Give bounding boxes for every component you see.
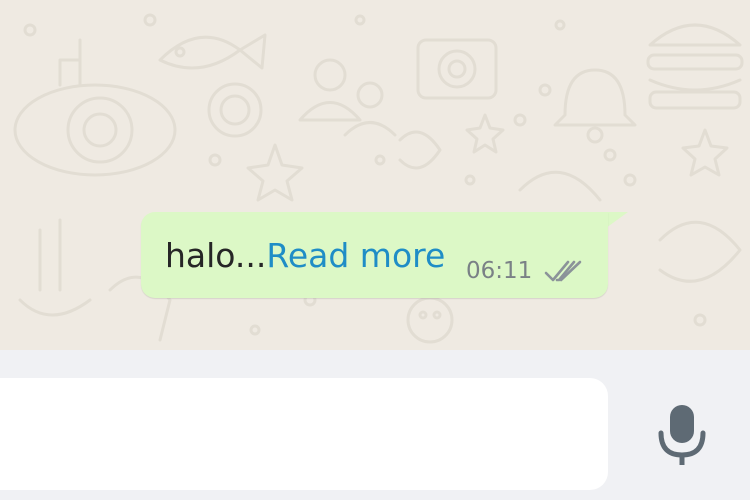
conversation-panel[interactable]: halo...Read more 06:11 [0,0,750,350]
message-preview-text: halo... [165,236,267,275]
message-input[interactable] [0,378,608,490]
message-meta: 06:11 [466,256,584,286]
message-composer [0,350,750,500]
chat-screen: halo...Read more 06:11 [0,0,750,500]
message-text: halo...Read more [165,234,445,278]
message-bubble-tail [606,212,628,228]
message-time: 06:11 [466,258,533,284]
double-check-icon [544,260,582,282]
microphone-icon[interactable] [655,403,709,467]
outgoing-message-bubble[interactable]: halo...Read more 06:11 [141,212,608,298]
read-more-link[interactable]: Read more [266,236,445,275]
